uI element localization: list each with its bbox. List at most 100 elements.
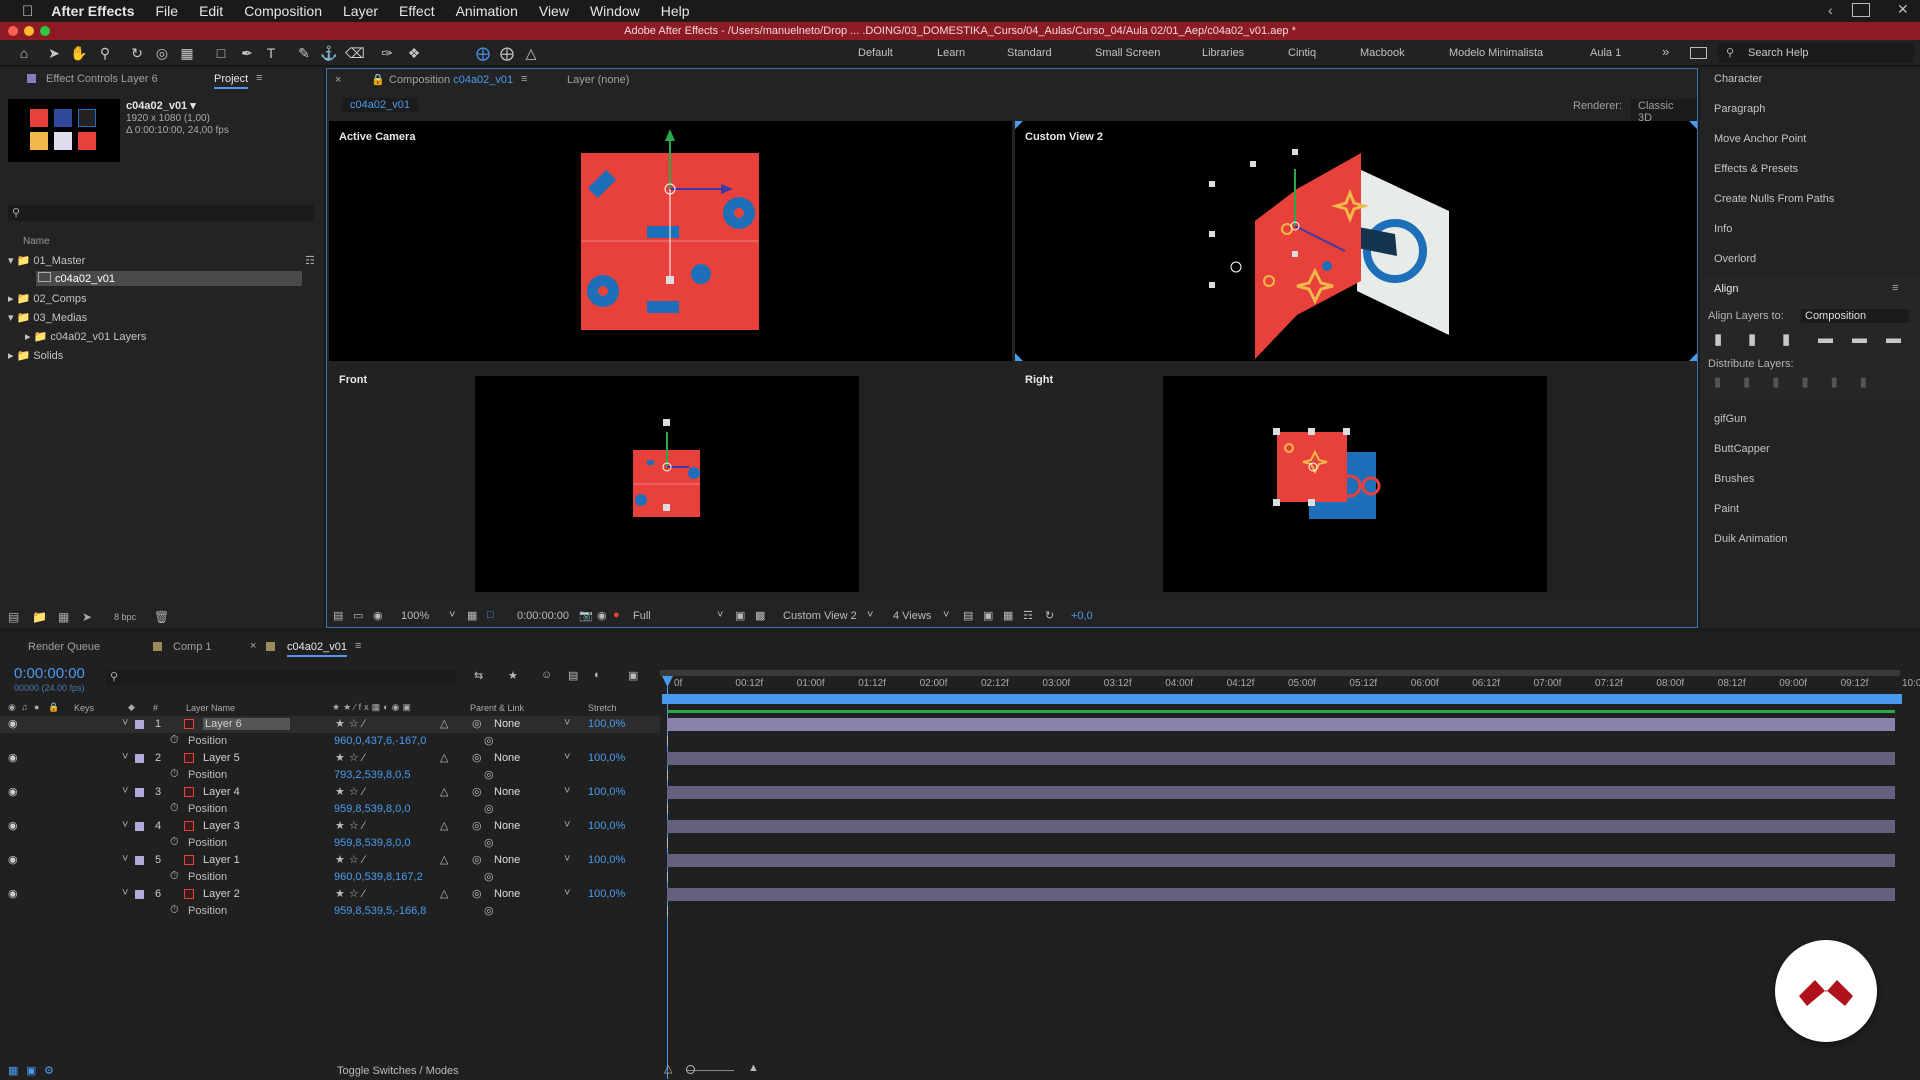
folder-02-comps[interactable]: ▸ 📁 02_Comps xyxy=(8,292,87,305)
parent-select[interactable]: None xyxy=(494,888,520,900)
current-time[interactable]: 0:00:00:00 xyxy=(517,610,569,622)
timing-icon[interactable]: ⚙ xyxy=(44,1064,54,1077)
tab-c04a02-v01[interactable]: c04a02_v01 xyxy=(287,641,347,657)
clone-stamp-icon[interactable]: ⚓ xyxy=(320,44,338,62)
rectangle-tool-icon[interactable]: □ xyxy=(212,44,230,62)
transparency-icon[interactable]: ▩ xyxy=(755,609,765,622)
motion-blur-icon[interactable]: ◐ xyxy=(594,669,601,681)
layer-name[interactable]: Layer 2 xyxy=(203,888,240,900)
always-preview-icon[interactable]: ▤ xyxy=(333,609,343,622)
label-color-swatch[interactable] xyxy=(135,856,144,865)
position-value[interactable]: 959,8,539,8,0,0 xyxy=(334,803,410,815)
pick-whip-icon[interactable]: ◎ xyxy=(472,751,482,764)
twirl-chevron-down-icon[interactable]: ˅ xyxy=(122,819,128,831)
pick-whip-icon[interactable]: ◎ xyxy=(472,887,482,900)
keyframe-marker[interactable] xyxy=(667,906,668,916)
rotate-tool-icon[interactable]: ↻ xyxy=(128,44,146,62)
viewport-active-camera[interactable]: Active Camera xyxy=(329,121,1012,361)
position-property-row[interactable]: ⏱ Position 959,8,539,8,0,0 ◎ xyxy=(0,801,660,818)
menu-edit[interactable]: Edit xyxy=(199,3,223,19)
lock-icon[interactable]: 🔒 xyxy=(48,702,59,713)
layer-duration-bar[interactable] xyxy=(667,888,1895,901)
composition-mini-flowchart-icon[interactable]: ⇆ xyxy=(474,669,483,682)
tab-render-queue[interactable]: Render Queue xyxy=(28,641,100,653)
layer-switch-icons[interactable]: ★☆∕ xyxy=(335,717,369,730)
pick-whip-icon[interactable]: ◎ xyxy=(472,717,482,730)
stretch-value[interactable]: 100,0% xyxy=(588,718,625,730)
eye-icon[interactable]: ◉ xyxy=(8,751,18,764)
hand-tool-icon[interactable]: ✋ xyxy=(70,44,88,62)
menu-layer[interactable]: Layer xyxy=(343,3,378,19)
menu-window[interactable]: Window xyxy=(590,3,640,19)
eye-icon[interactable]: ◉ xyxy=(8,819,18,832)
layer-row[interactable]: ◉ ˅ 5 Layer 1 ★☆∕ △ ◎ None ˅ 100,0% xyxy=(0,852,660,869)
twirl-chevron-down-icon[interactable]: ˅ xyxy=(122,853,128,865)
workspace-small-screen[interactable]: Small Screen xyxy=(1095,47,1160,59)
pick-whip-icon[interactable]: ◎ xyxy=(472,819,482,832)
close-tab-icon[interactable]: × xyxy=(250,640,256,652)
eraser-tool-icon[interactable]: ⌫ xyxy=(345,44,365,62)
position-value[interactable]: 960,0,437,6,-167,0 xyxy=(334,735,426,747)
panel-gifgun[interactable]: gifGun xyxy=(1714,413,1746,425)
transfer-controls-icon[interactable]: ▣ xyxy=(26,1064,36,1077)
shy-icon[interactable]: ☺ xyxy=(541,669,552,681)
world-axis-icon[interactable]: ⨁ xyxy=(498,44,516,62)
chevron-down-icon[interactable]: ˅ xyxy=(564,751,570,763)
workspace-default[interactable]: Default xyxy=(858,47,893,59)
exposure-value[interactable]: +0,0 xyxy=(1071,610,1093,622)
view-select[interactable]: Custom View 2 xyxy=(783,610,857,622)
comp-breadcrumb[interactable]: c04a02_v01 xyxy=(342,98,418,112)
layer-switch-icons[interactable]: ★☆∕ xyxy=(335,819,369,832)
layer-search-field[interactable]: ⚲ xyxy=(106,670,456,685)
align-menu-icon[interactable]: ≡ xyxy=(1892,282,1898,294)
panel-create-nulls[interactable]: Create Nulls From Paths xyxy=(1714,193,1834,205)
distribute-icons[interactable]: ▮▮▮▮▮▮ xyxy=(1714,374,1889,390)
parent-select[interactable]: None xyxy=(494,820,520,832)
3d-cube-icon[interactable]: △ xyxy=(440,853,448,866)
audio-icon[interactable]: ♫ xyxy=(21,702,28,712)
home-icon[interactable]: ⌂ xyxy=(15,44,33,62)
traffic-lights[interactable] xyxy=(8,26,50,36)
layer-name[interactable]: Layer 1 xyxy=(203,854,240,866)
layer-duration-bar[interactable] xyxy=(667,718,1895,731)
layer-row[interactable]: ◉ ˅ 3 Layer 4 ★☆∕ △ ◎ None ˅ 100,0% xyxy=(0,784,660,801)
menu-help[interactable]: Help xyxy=(661,3,690,19)
label-icon[interactable]: ◆ xyxy=(128,702,135,713)
tab-composition[interactable]: Composition c04a02_v01 xyxy=(389,74,513,86)
stretch-value[interactable]: 100,0% xyxy=(588,786,625,798)
draft-3d-icon[interactable]: ▤ xyxy=(963,609,973,622)
workspace-libraries[interactable]: Libraries xyxy=(1202,47,1244,59)
stopwatch-icon[interactable]: ⏱ xyxy=(170,802,179,815)
twirl-chevron-down-icon[interactable]: ˅ xyxy=(122,751,128,763)
back-icon[interactable]: ‹ xyxy=(1828,2,1833,18)
pick-whip-icon[interactable]: ◎ xyxy=(472,853,482,866)
zoom-slider-handle[interactable] xyxy=(686,1065,695,1074)
reset-exposure-icon[interactable]: ↻ xyxy=(1045,609,1054,622)
eye-icon[interactable]: ◉ xyxy=(8,853,18,866)
close-window-icon[interactable] xyxy=(8,26,18,36)
chevron-down-icon[interactable]: ˅ xyxy=(564,853,570,865)
work-area-start[interactable] xyxy=(662,694,1902,704)
lock-icon[interactable]: 🔒 xyxy=(371,73,385,86)
name-column-header[interactable]: Name xyxy=(23,236,50,247)
layer-switch-icons[interactable]: ★☆∕ xyxy=(335,887,369,900)
pan-behind-icon[interactable]: ▦ xyxy=(178,44,196,62)
tab-layer[interactable]: Layer (none) xyxy=(567,74,629,86)
label-color-swatch[interactable] xyxy=(135,754,144,763)
layer-switches-icon[interactable]: ▦ xyxy=(8,1064,18,1077)
expression-pick-whip-icon[interactable]: ◎ xyxy=(484,768,494,781)
align-left-icon[interactable]: ▮ xyxy=(1714,330,1722,348)
screen-icon[interactable] xyxy=(1852,3,1870,17)
workspace-aula-1[interactable]: Aula 1 xyxy=(1590,47,1621,59)
layer-switch-icons[interactable]: ★☆∕ xyxy=(335,853,369,866)
viewport-custom-view-2[interactable]: Custom View 2 xyxy=(1015,121,1697,361)
layer-switch-icons[interactable]: ★☆∕ xyxy=(335,785,369,798)
expression-pick-whip-icon[interactable]: ◎ xyxy=(484,870,494,883)
chevron-down-icon[interactable]: ˅ xyxy=(564,717,570,729)
keyframe-marker[interactable] xyxy=(667,872,668,882)
mask-icon[interactable]: □ xyxy=(487,609,494,621)
new-comp-icon[interactable]: ▦ xyxy=(58,610,69,624)
expression-pick-whip-icon[interactable]: ◎ xyxy=(484,904,494,917)
keyframe-marker[interactable] xyxy=(667,770,668,780)
eye-icon[interactable]: ◉ xyxy=(8,887,18,900)
